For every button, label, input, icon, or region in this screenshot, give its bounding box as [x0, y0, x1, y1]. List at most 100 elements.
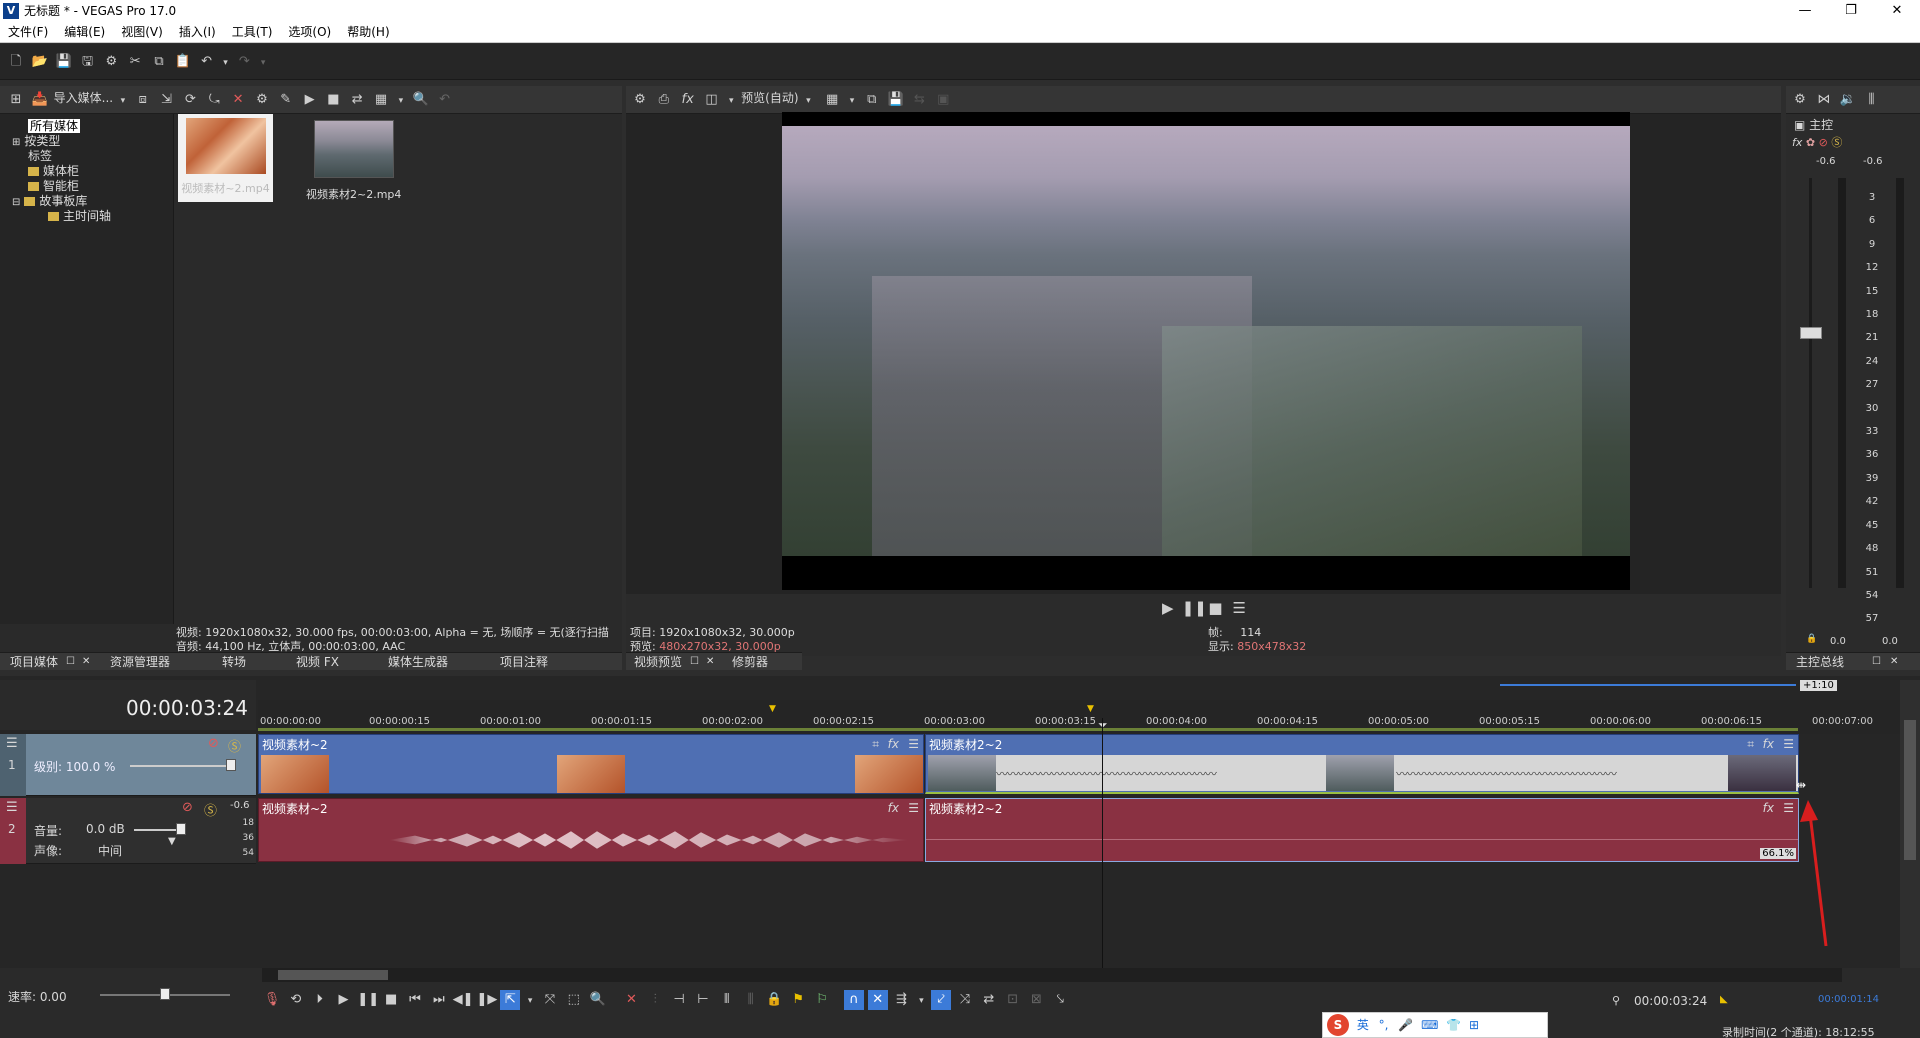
mute-icon[interactable]: ⊘ — [1819, 136, 1828, 149]
mute-icon[interactable]: ⊘ — [182, 800, 193, 815]
menu-file[interactable]: 文件(F) — [0, 22, 56, 43]
cut-icon[interactable]: ✂ — [125, 52, 145, 72]
fx-icon[interactable]: fx — [1763, 737, 1774, 751]
loop-start-marker[interactable]: ▼ — [769, 704, 776, 714]
close-button[interactable]: ✕ — [1874, 0, 1920, 22]
undo-icon[interactable]: ↶ — [197, 52, 217, 72]
split-icon[interactable]: ⫴ — [717, 990, 737, 1010]
hscroll-thumb[interactable] — [278, 970, 388, 980]
preview-menu-icon[interactable]: ☰ — [1229, 598, 1249, 618]
menu-tools[interactable]: 工具(T) — [224, 22, 281, 43]
video-clip[interactable]: 视频素材2~2 ⌗ fx ☰ 〰〰〰〰〰〰〰〰〰〰〰〰〰〰〰〰〰〰〰〰 〰〰〰〰… — [925, 734, 1799, 794]
ripple-icon[interactable]: ⫼ — [741, 990, 761, 1010]
grid-icon[interactable]: ▣ — [933, 90, 953, 110]
import-media-button[interactable]: 导入媒体... — [54, 91, 113, 105]
tab-maximize-icon[interactable]: ☐ — [690, 653, 699, 671]
collapse-icon[interactable]: ⊟ — [12, 197, 20, 208]
menu-view[interactable]: 视图(V) — [113, 22, 171, 43]
downmix-icon[interactable]: ⋈ — [1814, 90, 1834, 110]
split-screen-icon[interactable]: ◫ — [701, 90, 721, 110]
marker-icon[interactable]: ⚑ — [788, 990, 808, 1010]
go-to-start-icon[interactable]: ⏮ — [405, 990, 425, 1010]
stop-icon[interactable]: ■ — [1205, 598, 1225, 618]
media-fx-icon[interactable]: ✎ — [276, 90, 296, 110]
gear-fx-icon[interactable]: ✿ — [1806, 136, 1815, 149]
trim-icon[interactable]: ⫶ — [645, 990, 665, 1010]
pan-handle-icon[interactable]: ▼ — [168, 836, 176, 847]
restore-button[interactable]: ❐ — [1828, 0, 1874, 22]
lock-icon[interactable]: 🔒 — [1806, 634, 1817, 644]
playhead-line[interactable] — [1102, 718, 1103, 970]
play-from-start-icon[interactable]: ⏵ — [310, 990, 330, 1010]
audio-track-header[interactable]: ☰ 2 ⊘ Ⓢ -0.6 音量: 0.0 dB 声像: 中间 ▼ 18 36 54 — [0, 798, 256, 864]
ime-tools-icon[interactable]: ⊞ — [1469, 1018, 1479, 1032]
redo-icon[interactable]: ↷ — [234, 52, 254, 72]
solo-icon[interactable]: Ⓢ — [204, 800, 217, 819]
fx-icon[interactable]: fx — [1763, 801, 1774, 815]
zoom-tool-icon[interactable]: 🔍 — [588, 990, 608, 1010]
tab-trimmer[interactable]: 修剪器 — [732, 653, 768, 671]
go-to-end-icon[interactable]: ⏭ — [429, 990, 449, 1010]
hover-scrub-icon[interactable]: ⤥ — [1050, 990, 1070, 1010]
horizontal-scrollbar[interactable] — [262, 968, 1842, 982]
menu-edit[interactable]: 编辑(E) — [56, 22, 113, 43]
edit-tool-dropdown-icon[interactable]: ▾ — [524, 991, 536, 1011]
properties-icon[interactable]: ⚙ — [252, 90, 272, 110]
ime-skin-icon[interactable]: 👕 — [1446, 1018, 1461, 1032]
menu-help[interactable]: 帮助(H) — [339, 22, 397, 43]
auto-ripple-icon[interactable]: ⇄ — [979, 990, 999, 1010]
fx-icon[interactable]: fx — [1792, 136, 1802, 149]
save-as-icon[interactable]: 🖫 — [77, 52, 97, 72]
dim-icon[interactable]: 🔉 — [1838, 90, 1858, 110]
solo-icon[interactable]: Ⓢ — [1831, 136, 1842, 149]
menu-options[interactable]: 选项(O) — [280, 22, 339, 43]
save-icon[interactable]: 💾 — [54, 52, 74, 72]
lock-icon[interactable]: 🔒 — [764, 990, 784, 1010]
track-menu-icon[interactable]: ☰ — [6, 800, 18, 815]
delete-icon[interactable]: ✕ — [621, 990, 641, 1010]
loop-region-bar[interactable] — [258, 728, 1798, 731]
rate-slider-handle[interactable] — [160, 988, 170, 1000]
fx-icon[interactable]: fx — [888, 737, 899, 751]
overlays-dropdown-icon[interactable]: ▾ — [846, 91, 858, 111]
capture-icon[interactable]: ⧈ — [133, 90, 153, 110]
crop-icon[interactable]: ⌗ — [1747, 737, 1754, 752]
loop-end-marker[interactable]: ▼ — [1087, 704, 1094, 714]
redo-dropdown-icon[interactable]: ▾ — [258, 53, 268, 73]
volume-slider-handle[interactable] — [176, 823, 186, 835]
sogou-icon[interactable]: S — [1327, 1014, 1349, 1036]
pause-icon[interactable]: ❚❚ — [357, 990, 379, 1010]
ime-keyboard-icon[interactable]: ⌨ — [1421, 1018, 1438, 1032]
track-menu-icon[interactable]: ☰ — [6, 736, 18, 751]
ime-language[interactable]: 英 — [1357, 1018, 1369, 1032]
nest-icon[interactable]: ⊡ — [1003, 990, 1023, 1010]
tab-master-bus[interactable]: 主控总线 — [1796, 653, 1844, 671]
get-media-icon[interactable]: ⇲ — [157, 90, 177, 110]
view-options-icon[interactable]: ▦ — [371, 90, 391, 110]
play-icon[interactable]: ▶ — [333, 990, 353, 1010]
clip-menu-icon[interactable]: ☰ — [908, 737, 919, 751]
trim-start-icon[interactable]: ⊣ — [669, 990, 689, 1010]
record-icon[interactable]: 🎙 — [262, 990, 282, 1010]
envelope-tool-icon[interactable]: ⤧ — [540, 990, 560, 1010]
new-project-icon[interactable]: 🗋 — [6, 52, 26, 72]
copy-icon[interactable]: ⧉ — [149, 52, 169, 72]
tree-item-main-timeline[interactable]: 主时间轴 — [0, 209, 173, 224]
remove-icon[interactable]: ✕ — [228, 90, 248, 110]
fx-icon[interactable]: fx — [888, 801, 899, 815]
tab-maximize-icon[interactable]: ☐ — [1872, 653, 1881, 671]
tab-project-notes[interactable]: 项目注释 — [500, 653, 548, 671]
master-settings-icon[interactable]: ⚙ — [1790, 90, 1810, 110]
quality-dropdown-icon[interactable]: ▾ — [802, 91, 814, 111]
ignore-grouping-icon[interactable]: ⤨ — [955, 990, 975, 1010]
tab-video-preview[interactable]: 视频预览 — [634, 653, 682, 671]
video-clip[interactable]: 视频素材~2 ⌗ fx ☰ — [258, 734, 924, 794]
video-fx-icon[interactable]: fx — [678, 90, 698, 110]
open-icon[interactable]: 📂 — [30, 52, 50, 72]
search-icon[interactable]: 🔍 — [411, 90, 431, 110]
tree-item-all-media[interactable]: 所有媒体 — [0, 119, 173, 134]
ripple-dropdown-icon[interactable]: ▾ — [915, 991, 927, 1011]
view-dropdown-icon[interactable]: ▾ — [395, 91, 407, 111]
tree-item-by-type[interactable]: ⊞ 按类型 — [0, 134, 173, 149]
clip-menu-icon[interactable]: ☰ — [908, 801, 919, 815]
